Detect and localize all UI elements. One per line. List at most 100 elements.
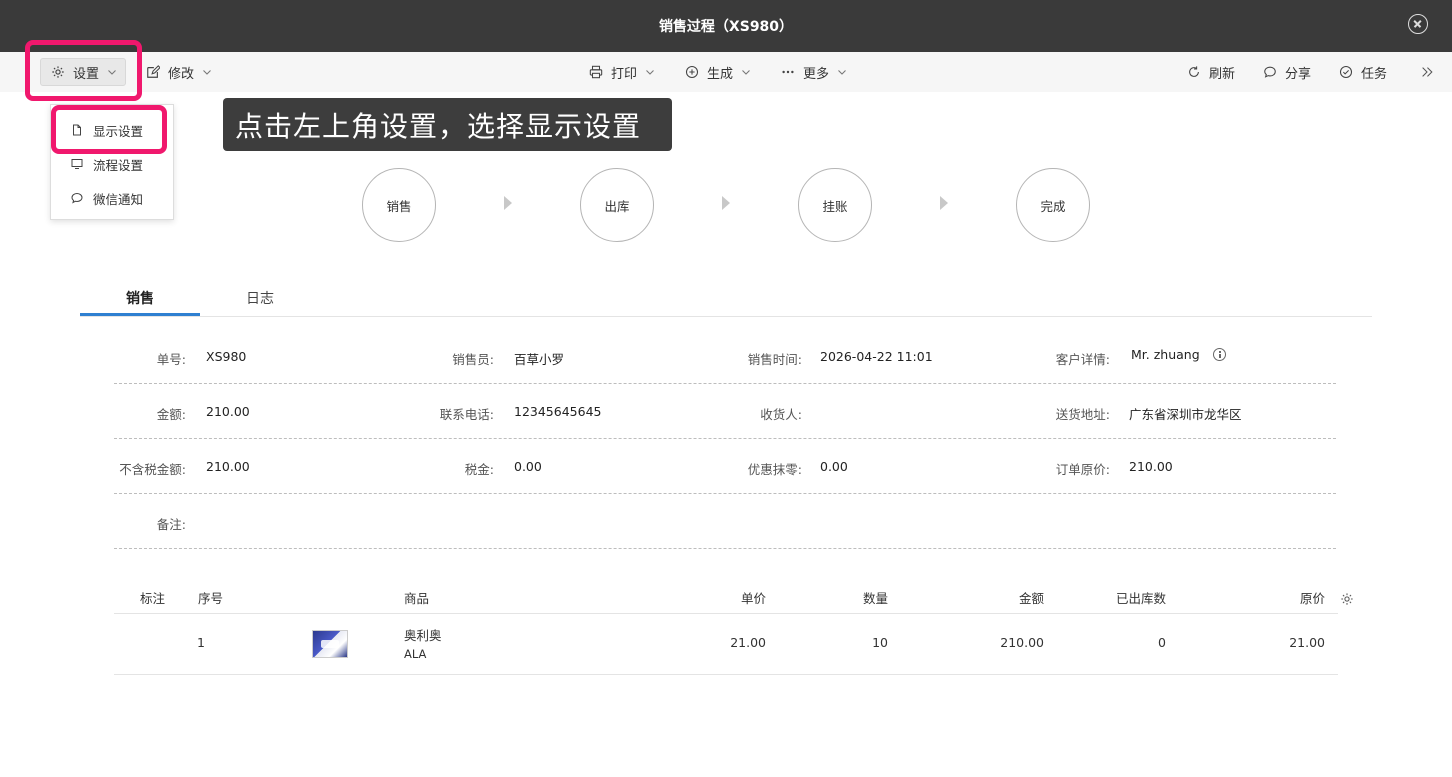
col-shipped: 已出库数 — [1115, 591, 1166, 606]
refresh-button[interactable]: 刷新 — [1187, 52, 1235, 92]
col-mark: 标注 — [140, 591, 166, 606]
tax-value: 0.00 — [514, 459, 542, 474]
step-complete: 完成 — [1016, 168, 1090, 242]
amount-value: 210.00 — [206, 404, 250, 419]
col-unit-price: 单价 — [740, 591, 766, 606]
col-qty: 数量 — [862, 591, 888, 606]
customer-label: 客户详情: — [1055, 352, 1110, 367]
table-header: 标注 序号 商品 单价 数量 金额 已出库数 原价 — [114, 580, 1353, 614]
refresh-icon — [1189, 66, 1199, 77]
info-icon[interactable] — [1213, 348, 1226, 361]
col-product: 商品 — [404, 591, 430, 606]
receiver-label: 收货人: — [760, 407, 802, 422]
step-outbound: 出库 — [580, 168, 654, 242]
tab-bar: 销售 日志 — [80, 284, 1372, 317]
cell-unit-price: 21.00 — [730, 635, 766, 650]
chevron-down-icon — [838, 70, 846, 75]
salesperson-label: 销售员: — [452, 352, 494, 367]
print-button[interactable]: 打印 — [589, 52, 655, 92]
product-thumbnail[interactable] — [312, 630, 348, 658]
more-dots-icon — [782, 70, 794, 74]
edit-button[interactable]: 修改 — [146, 52, 212, 92]
info-row: 不含税金额: 210.00 税金: 0.00 优惠抹零: 0.00 订单原价: … — [114, 439, 1336, 494]
cell-shipped: 0 — [1158, 635, 1166, 650]
address-label: 送货地址: — [1055, 407, 1110, 422]
more-button[interactable]: 更多 — [781, 52, 847, 92]
tab-sale[interactable]: 销售 — [80, 284, 200, 316]
original-price-label: 订单原价: — [1055, 462, 1110, 477]
original-price-value: 210.00 — [1129, 459, 1173, 474]
printer-icon — [589, 65, 603, 79]
double-chevron-right-icon — [1422, 67, 1433, 77]
chat-bubble-icon — [1264, 66, 1276, 78]
expand-button[interactable] — [1420, 52, 1434, 92]
customer-value: Mr. zhuang — [1131, 347, 1200, 362]
step-arrow-icon — [940, 196, 948, 210]
amount-ex-tax-label: 不含税金额: — [119, 462, 186, 477]
chevron-down-icon — [742, 70, 750, 75]
settings-dropdown: 显示设置 流程设置 微信通知 — [50, 104, 174, 220]
menu-item-label: 流程设置 — [93, 157, 144, 173]
menu-item-display-settings[interactable]: 显示设置 — [51, 114, 173, 146]
more-label: 更多 — [803, 66, 830, 82]
menu-item-label: 显示设置 — [93, 123, 144, 139]
salesperson-value: 百草小罗 — [514, 352, 565, 367]
generate-button[interactable]: 生成 — [685, 52, 751, 92]
task-label: 任务 — [1361, 66, 1388, 82]
window-title: 销售过程（XS980） — [658, 19, 794, 35]
task-button[interactable]: 任务 — [1339, 52, 1387, 92]
info-row: 金额: 210.00 联系电话: 12345645645 收货人: 送货地址: … — [114, 384, 1336, 439]
check-circle-icon — [1339, 65, 1353, 79]
sale-time-label: 销售时间: — [747, 352, 802, 367]
step-sale: 销售 — [362, 168, 436, 242]
chat-icon — [71, 192, 83, 204]
chevron-down-icon — [203, 70, 211, 75]
cell-amount: 210.00 — [1000, 635, 1044, 650]
discount-value: 0.00 — [820, 459, 848, 474]
column-settings-gear-icon[interactable] — [1340, 592, 1354, 606]
menu-item-wechat-notify[interactable]: 微信通知 — [51, 182, 173, 214]
annotation-tooltip: 点击左上角设置，选择显示设置 — [223, 98, 672, 151]
edit-label: 修改 — [168, 66, 195, 82]
phone-value: 12345645645 — [514, 404, 602, 419]
col-amount: 金额 — [1018, 591, 1044, 606]
tab-log[interactable]: 日志 — [200, 284, 320, 316]
settings-label: 设置 — [73, 66, 100, 82]
share-button[interactable]: 分享 — [1263, 52, 1311, 92]
tax-label: 税金: — [464, 462, 494, 477]
order-no-label: 单号: — [156, 352, 186, 367]
cell-seq: 1 — [197, 635, 205, 650]
col-orig: 原价 — [1299, 591, 1325, 606]
close-icon[interactable] — [1408, 14, 1428, 34]
edit-icon — [147, 65, 160, 78]
amount-ex-tax-value: 210.00 — [206, 459, 250, 474]
share-label: 分享 — [1285, 66, 1312, 82]
plus-circle-icon — [685, 65, 699, 79]
generate-label: 生成 — [707, 66, 734, 82]
amount-label: 金额: — [156, 407, 186, 422]
print-label: 打印 — [611, 66, 638, 82]
menu-item-label: 微信通知 — [93, 191, 144, 207]
discount-label: 优惠抹零: — [747, 462, 802, 477]
cell-product-brand: ALA — [404, 647, 427, 661]
toolbar: 设置 修改 打印 生成 更多 刷新 分享 任务 — [0, 52, 1452, 92]
monitor-icon — [71, 159, 83, 169]
address-value: 广东省深圳市龙华区 — [1129, 407, 1242, 422]
cell-orig: 21.00 — [1289, 635, 1325, 650]
step-accounting: 挂账 — [798, 168, 872, 242]
info-row: 备注: — [114, 494, 1336, 549]
table-row[interactable]: 1 奥利奥 ALA 21.00 10 210.00 0 21.00 — [114, 614, 1338, 675]
info-row: 单号: XS980 销售员: 百草小罗 销售时间: 2026-04-22 11:… — [114, 329, 1336, 384]
title-bar: 销售过程（XS980） — [0, 0, 1452, 52]
menu-item-process-settings[interactable]: 流程设置 — [51, 148, 173, 180]
settings-button[interactable]: 设置 — [40, 58, 127, 86]
step-arrow-icon — [504, 196, 512, 210]
sale-time-value: 2026-04-22 11:01 — [820, 349, 933, 364]
gear-icon — [52, 66, 64, 78]
chevron-down-icon — [108, 70, 116, 75]
remark-label: 备注: — [156, 517, 186, 532]
col-seq: 序号 — [198, 591, 224, 606]
refresh-label: 刷新 — [1209, 66, 1236, 82]
file-icon — [73, 124, 81, 136]
cell-qty: 10 — [872, 635, 888, 650]
